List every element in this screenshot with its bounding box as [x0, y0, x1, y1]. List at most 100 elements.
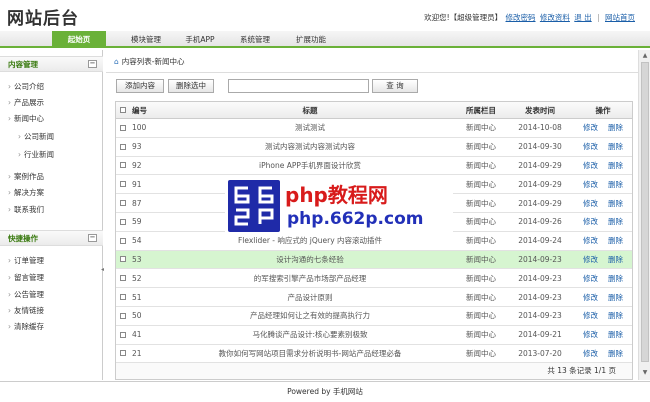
- sidebar-item-company-intro[interactable]: › 公司介绍: [8, 81, 44, 92]
- row-date: 2013-07-20: [518, 348, 562, 358]
- content-table: 编号 标题 所属栏目 发表时间 操作 100 测试测试 新闻中心 2014-10-08…: [115, 101, 633, 381]
- scroll-down-icon[interactable]: ▼: [640, 368, 650, 378]
- delete-link[interactable]: 删除: [608, 198, 623, 209]
- delete-link[interactable]: 删除: [608, 310, 623, 321]
- row-checkbox[interactable]: [116, 345, 130, 363]
- table-row[interactable]: 52 的军搜索引擎产品市场部产品经理 新闻中心 2014-09-23 修改 删除: [116, 269, 632, 289]
- nav-tab-start[interactable]: 起始页: [52, 31, 106, 48]
- edit-link[interactable]: 修改: [583, 273, 598, 284]
- sidebar-item-messages[interactable]: › 留言管理: [8, 272, 44, 283]
- nav-tab-system[interactable]: 系统管理: [228, 31, 282, 48]
- sidebar-section-content[interactable]: 内容管理 −: [0, 56, 103, 72]
- row-checkbox[interactable]: [116, 307, 130, 325]
- row-checkbox[interactable]: [116, 251, 130, 269]
- column-header-title[interactable]: 标题: [164, 102, 456, 118]
- delete-link[interactable]: 删除: [608, 160, 623, 171]
- delete-link[interactable]: 删除: [608, 179, 623, 190]
- row-title[interactable]: 测试内容测试内容测试内容: [164, 138, 456, 156]
- edit-link[interactable]: 修改: [583, 292, 598, 303]
- edit-link[interactable]: 修改: [583, 216, 598, 227]
- nav-tab-modules[interactable]: 模块管理: [118, 31, 174, 48]
- edit-link[interactable]: 修改: [583, 141, 598, 152]
- collapse-icon[interactable]: −: [88, 234, 97, 242]
- row-checkbox[interactable]: [116, 288, 130, 306]
- edit-profile-link[interactable]: 修改资料: [540, 13, 570, 22]
- row-checkbox[interactable]: [116, 213, 130, 231]
- table-row[interactable]: 51 产品设计原则 新闻中心 2014-09-23 修改 删除: [116, 288, 632, 307]
- row-title[interactable]: 产品设计原则: [164, 288, 456, 306]
- logout-link[interactable]: 退 出: [574, 13, 591, 22]
- edit-link[interactable]: 修改: [583, 329, 598, 340]
- delete-link[interactable]: 删除: [608, 273, 623, 284]
- edit-link[interactable]: 修改: [583, 348, 598, 359]
- row-checkbox[interactable]: [116, 175, 130, 193]
- column-header-id[interactable]: 编号: [132, 102, 164, 118]
- edit-link[interactable]: 修改: [583, 235, 598, 246]
- row-checkbox[interactable]: [116, 232, 130, 250]
- add-content-button[interactable]: 添加内容: [116, 79, 164, 93]
- delete-link[interactable]: 删除: [608, 348, 623, 359]
- row-checkbox[interactable]: [116, 326, 130, 344]
- delete-link[interactable]: 删除: [608, 292, 623, 303]
- nav-tab-mobile-app[interactable]: 手机APP: [174, 31, 226, 48]
- table-row[interactable]: 50 产品经理如何让之有效的提高执行力 新闻中心 2014-09-23 修改 删除: [116, 307, 632, 326]
- sidebar-item-company-news[interactable]: › 公司新闻: [18, 131, 54, 142]
- table-row[interactable]: 93 测试内容测试内容测试内容 新闻中心 2014-09-30 修改 删除: [116, 138, 632, 157]
- row-title[interactable]: iPhone APP手机界面设计欣赏: [164, 157, 456, 175]
- table-row[interactable]: 92 iPhone APP手机界面设计欣赏 新闻中心 2014-09-29 修改 删除: [116, 157, 632, 176]
- edit-link[interactable]: 修改: [583, 160, 598, 171]
- sidebar-item-contact[interactable]: › 联系我们: [8, 204, 44, 215]
- column-header-date[interactable]: 发表时间: [508, 102, 572, 118]
- change-password-link[interactable]: 修改密码: [506, 13, 536, 22]
- sidebar-toggle-icon[interactable]: ◂: [101, 264, 105, 276]
- nav-tab-extensions[interactable]: 扩展功能: [284, 31, 338, 48]
- collapse-icon[interactable]: −: [88, 60, 97, 68]
- sidebar-item-news-center[interactable]: › 新闻中心: [8, 113, 44, 124]
- edit-link[interactable]: 修改: [583, 310, 598, 321]
- search-input[interactable]: [228, 79, 369, 93]
- row-actions: 修改 删除: [572, 345, 634, 363]
- row-title[interactable]: 设计沟通的七条经验: [164, 251, 456, 269]
- row-title[interactable]: 马化腾谈产品设计:核心要素别极致: [164, 326, 456, 344]
- table-row[interactable]: 100 测试测试 新闻中心 2014-10-08 修改 删除: [116, 119, 632, 138]
- site-home-link[interactable]: 网站首页: [605, 13, 635, 22]
- scrollbar-thumb[interactable]: [641, 62, 649, 362]
- delete-link[interactable]: 删除: [608, 235, 623, 246]
- table-row[interactable]: 53 设计沟通的七条经验 新闻中心 2014-09-23 修改 删除: [116, 250, 632, 270]
- row-checkbox[interactable]: [116, 157, 130, 175]
- sidebar-item-orders[interactable]: › 订单管理: [8, 255, 44, 266]
- delete-link[interactable]: 删除: [608, 216, 623, 227]
- edit-link[interactable]: 修改: [583, 254, 598, 265]
- sidebar-item-products[interactable]: › 产品展示: [8, 97, 44, 108]
- table-row[interactable]: 41 马化腾谈产品设计:核心要素别极致 新闻中心 2014-09-21 修改 删除: [116, 326, 632, 345]
- sidebar-section-shortcuts[interactable]: 快捷操作 −: [0, 230, 103, 246]
- edit-link[interactable]: 修改: [583, 122, 598, 133]
- row-title[interactable]: 的军搜索引擎产品市场部产品经理: [164, 269, 456, 287]
- sidebar-item-friend-links[interactable]: › 友情链接: [8, 305, 44, 316]
- select-all-checkbox[interactable]: [116, 102, 130, 118]
- delete-link[interactable]: 删除: [608, 122, 623, 133]
- sidebar-item-industry-news[interactable]: › 行业新闻: [18, 149, 54, 160]
- row-title[interactable]: 教你如何写网站项目需求分析说明书-网站产品经理必备: [164, 345, 456, 363]
- delete-link[interactable]: 删除: [608, 141, 623, 152]
- vertical-scrollbar[interactable]: ▲ ▼: [638, 50, 650, 380]
- row-checkbox[interactable]: [116, 194, 130, 212]
- sidebar-item-solutions[interactable]: › 解决方案: [8, 187, 44, 198]
- edit-link[interactable]: 修改: [583, 198, 598, 209]
- row-checkbox[interactable]: [116, 119, 130, 137]
- column-header-category[interactable]: 所属栏目: [456, 102, 506, 118]
- table-row[interactable]: 21 教你如何写网站项目需求分析说明书-网站产品经理必备 新闻中心 2013-07-2…: [116, 345, 632, 364]
- row-checkbox[interactable]: [116, 138, 130, 156]
- row-checkbox[interactable]: [116, 269, 130, 287]
- delete-link[interactable]: 删除: [608, 329, 623, 340]
- delete-selected-button[interactable]: 删除选中: [168, 79, 214, 93]
- search-button[interactable]: 查 询: [372, 79, 418, 93]
- scroll-up-icon[interactable]: ▲: [640, 51, 650, 61]
- edit-link[interactable]: 修改: [583, 179, 598, 190]
- row-title[interactable]: 测试测试: [164, 119, 456, 137]
- sidebar-item-notices[interactable]: › 公告管理: [8, 289, 44, 300]
- delete-link[interactable]: 删除: [608, 254, 623, 265]
- row-title[interactable]: 产品经理如何让之有效的提高执行力: [164, 307, 456, 325]
- sidebar-item-cases[interactable]: › 案例作品: [8, 171, 44, 182]
- sidebar-item-clear-cache[interactable]: › 清除缓存: [8, 321, 44, 332]
